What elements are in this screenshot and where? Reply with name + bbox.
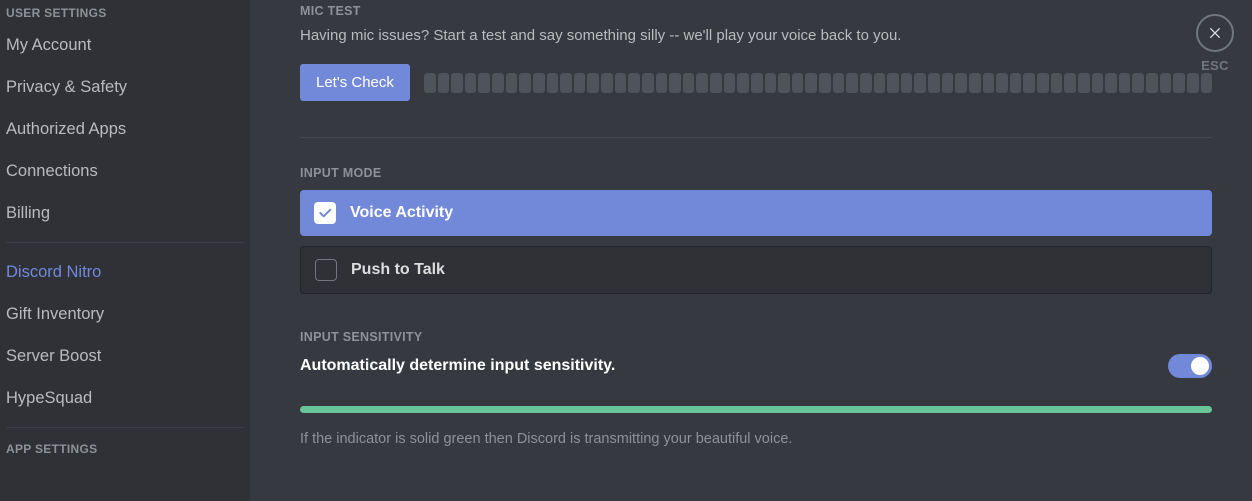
sidebar-header-app: APP SETTINGS [6,436,244,460]
main-content: MIC TEST Having mic issues? Start a test… [250,0,1252,501]
mic-test-description: Having mic issues? Start a test and say … [300,26,1212,46]
input-mode-header: INPUT MODE [300,166,1212,180]
input-sensitivity-header: INPUT SENSITIVITY [300,330,1212,344]
input-mode-option-label: Voice Activity [350,204,453,222]
mic-test-header: MIC TEST [300,4,1212,18]
toggle-knob [1191,357,1209,375]
input-mode-voice-activity[interactable]: Voice Activity [300,190,1212,236]
close-icon [1207,25,1223,41]
sidebar-item-nitro[interactable]: Discord Nitro [6,251,244,293]
sidebar-item-my-account[interactable]: My Account [6,24,244,66]
sidebar-divider [6,427,244,428]
sidebar-item-privacy[interactable]: Privacy & Safety [6,66,244,108]
mic-level-meter [424,71,1212,95]
esc-label: ESC [1196,58,1234,73]
auto-sensitivity-label: Automatically determine input sensitivit… [300,357,615,375]
sidebar: USER SETTINGS My Account Privacy & Safet… [0,0,250,501]
input-mode-push-to-talk[interactable]: Push to Talk [300,246,1212,294]
checkbox-unchecked-icon [315,259,337,281]
sidebar-item-connections[interactable]: Connections [6,150,244,192]
sidebar-item-authorized-apps[interactable]: Authorized Apps [6,108,244,150]
sidebar-item-hypesquad[interactable]: HypeSquad [6,377,244,419]
sensitivity-note: If the indicator is solid green then Dis… [300,431,1212,447]
divider [300,137,1212,138]
checkbox-checked-icon [314,202,336,224]
sensitivity-indicator [300,406,1212,413]
sidebar-item-gift-inventory[interactable]: Gift Inventory [6,293,244,335]
lets-check-button[interactable]: Let's Check [300,64,410,101]
close-area: ESC [1196,14,1234,73]
sidebar-header-user: USER SETTINGS [6,0,244,24]
auto-sensitivity-toggle[interactable] [1168,354,1212,378]
input-mode-option-label: Push to Talk [351,261,445,279]
close-button[interactable] [1196,14,1234,52]
sidebar-item-billing[interactable]: Billing [6,192,244,234]
sidebar-item-server-boost[interactable]: Server Boost [6,335,244,377]
sidebar-divider [6,242,244,243]
